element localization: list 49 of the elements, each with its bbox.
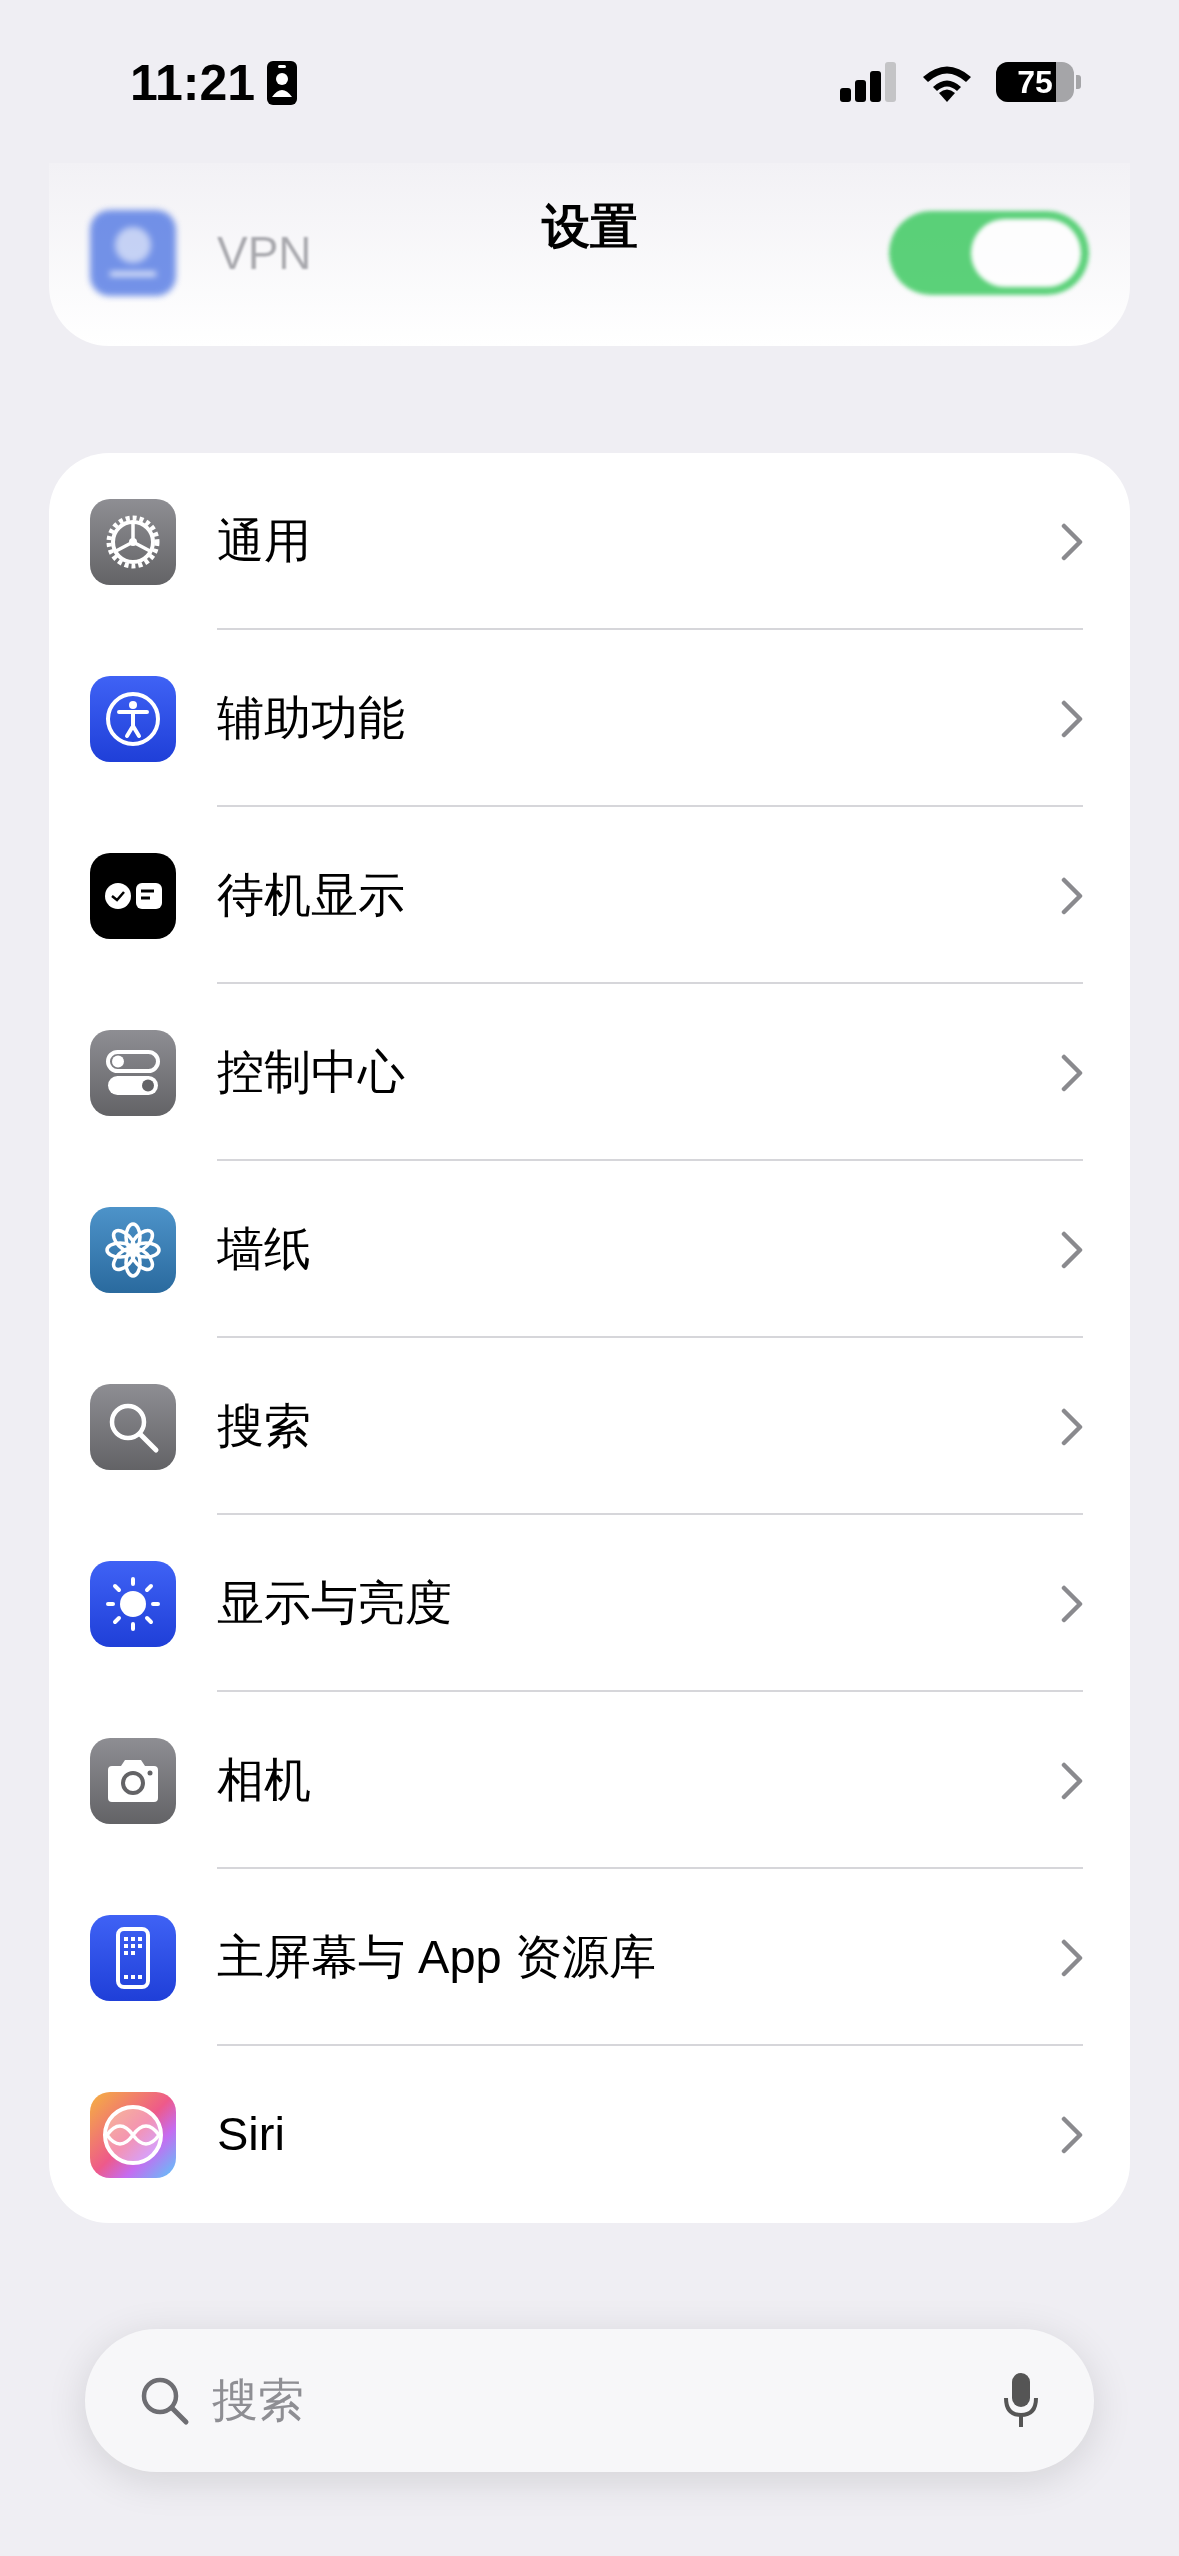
settings-row[interactable]: Siri — [49, 2046, 1130, 2223]
sun-icon — [90, 1560, 176, 1647]
settings-row[interactable]: 控制中心 — [49, 984, 1130, 1161]
vpn-label: VPN — [217, 225, 312, 281]
row-label: Siri — [217, 2106, 286, 2163]
row-label: 辅助功能 — [217, 690, 406, 747]
camera-icon — [90, 1737, 176, 1824]
phone-icon — [90, 1914, 176, 2001]
settings-row[interactable]: 墙纸 — [49, 1161, 1130, 1338]
row-label: 显示与亮度 — [217, 1575, 453, 1632]
chevron-icon — [1061, 876, 1083, 915]
chevron-icon — [1061, 1407, 1083, 1446]
chevron-icon — [1061, 1584, 1083, 1623]
flower-icon — [90, 1206, 176, 1293]
id-badge-icon — [267, 61, 298, 105]
page-title: 设置 — [541, 199, 638, 255]
status-time: 11:21 — [130, 58, 256, 108]
signal-icon — [840, 62, 898, 102]
gear-icon — [90, 498, 176, 585]
chevron-icon — [1061, 699, 1083, 738]
settings-row[interactable]: 通用 — [49, 453, 1130, 630]
row-label: 墙纸 — [217, 1221, 312, 1278]
row-label: 搜索 — [217, 1398, 312, 1455]
clock-and-card-icon — [90, 852, 176, 939]
settings-row[interactable]: 主屏幕与 App 资源库 — [49, 1869, 1130, 2046]
settings-row[interactable]: 搜索 — [49, 1338, 1130, 1515]
vpn-icon — [90, 210, 176, 296]
microphone-icon[interactable] — [1003, 2372, 1039, 2429]
row-label: 控制中心 — [217, 1044, 406, 1101]
row-label: 待机显示 — [217, 867, 406, 924]
toggles-icon — [90, 1029, 176, 1116]
settings-row[interactable]: 待机显示 — [49, 807, 1130, 984]
chevron-icon — [1061, 1230, 1083, 1269]
row-label: 主屏幕与 App 资源库 — [217, 1929, 657, 1986]
search-icon — [90, 1383, 176, 1470]
search-icon — [140, 2375, 190, 2426]
chevron-icon — [1061, 1938, 1083, 1977]
settings-row[interactable]: 辅助功能 — [49, 630, 1130, 807]
settings-row[interactable]: 显示与亮度 — [49, 1515, 1130, 1692]
chevron-icon — [1061, 522, 1083, 561]
accessibility-icon — [90, 675, 176, 762]
vpn-toggle[interactable] — [889, 211, 1089, 295]
chevron-icon — [1061, 1761, 1083, 1800]
chevron-icon — [1061, 2115, 1083, 2154]
row-label: 通用 — [217, 513, 312, 570]
row-label: 相机 — [217, 1752, 312, 1809]
chevron-icon — [1061, 1053, 1083, 1092]
infinity-orb-icon — [90, 2091, 176, 2178]
settings-row[interactable]: 相机 — [49, 1692, 1130, 1869]
